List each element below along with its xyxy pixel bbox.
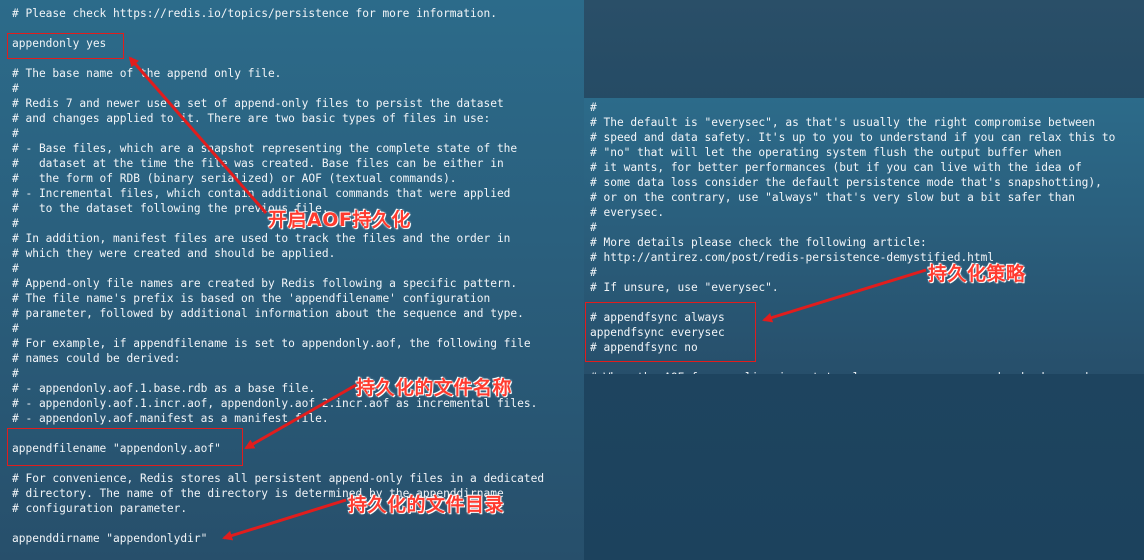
highlight-appendfsync <box>585 302 756 362</box>
left-terminal-line: # <box>12 262 19 275</box>
right-terminal-line: # "no" that will let the operating syste… <box>590 146 1062 159</box>
left-terminal-line: # Append-only file names are created by … <box>12 277 518 290</box>
highlight-appendfilename <box>7 428 243 466</box>
left-terminal-line: # dataset at the time the file was creat… <box>12 157 504 170</box>
right-terminal-line: # some data loss consider the default pe… <box>590 176 1102 189</box>
left-terminal-line: # - Base files, which are a snapshot rep… <box>12 142 518 155</box>
left-terminal-line: # - Incremental files, which contain add… <box>12 187 511 200</box>
left-terminal-line: # In addition, manifest files are used t… <box>12 232 511 245</box>
annotation-enable-aof: 开启AOF持久化 <box>268 209 411 231</box>
left-terminal-line: # For example, if appendfilename is set … <box>12 337 531 350</box>
left-terminal-line: # which they were created and should be … <box>12 247 336 260</box>
left-terminal-line <box>12 516 584 531</box>
right-terminal-line: # http://antirez.com/post/redis-persiste… <box>590 251 995 264</box>
right-terminal-line: # <box>590 266 597 279</box>
left-terminal-line: # parameter, followed by additional info… <box>12 307 524 320</box>
left-terminal-line: # <box>12 82 19 95</box>
highlight-appendonly <box>7 33 124 59</box>
left-terminal-line: # the form of RDB (binary serialized) or… <box>12 172 457 185</box>
left-terminal-line: # Please check https://redis.io/topics/p… <box>12 7 497 20</box>
left-terminal-line: # - appendonly.aof.manifest as a manifes… <box>12 412 329 425</box>
right-terminal-line: # More details please check the followin… <box>590 236 927 249</box>
left-terminal-line: # <box>12 322 19 335</box>
left-terminal-line: # Redis 7 and newer use a set of append-… <box>12 97 504 110</box>
left-terminal-line: # The file name's prefix is based on the… <box>12 292 491 305</box>
left-terminal-line: # and changes applied to it. There are t… <box>12 112 491 125</box>
right-terminal-line: # it wants, for better performances (but… <box>590 161 1082 174</box>
left-terminal-line: # The base name of the append only file. <box>12 67 282 80</box>
right-terminal-line: # speed and data safety. It's up to you … <box>590 131 1116 144</box>
right-terminal-line: # everysec. <box>590 206 665 219</box>
annotation-strategy: 持久化策略 <box>928 263 1026 285</box>
left-terminal-line: # names could be derived: <box>12 352 181 365</box>
left-terminal-line: # For convenience, Redis stores all pers… <box>12 472 545 485</box>
right-terminal-line: # If unsure, use "everysec". <box>590 281 779 294</box>
annotation-file-dir: 持久化的文件目录 <box>348 494 505 516</box>
right-terminal-line: # <box>590 221 597 234</box>
left-terminal-line: # <box>12 127 19 140</box>
annotation-file-name: 持久化的文件名称 <box>356 377 513 399</box>
right-terminal-line: # or on the contrary, use "always" that'… <box>590 191 1075 204</box>
right-terminal-line: # When the AOF fsync policy is set to al… <box>590 370 1144 374</box>
left-terminal-line: appenddirname "appendonlydir" <box>12 532 208 545</box>
right-terminal-line: # <box>590 101 597 114</box>
left-terminal-window[interactable]: # Please check https://redis.io/topics/p… <box>0 0 584 560</box>
right-terminal-line: # The default is "everysec", as that's u… <box>590 116 1096 129</box>
